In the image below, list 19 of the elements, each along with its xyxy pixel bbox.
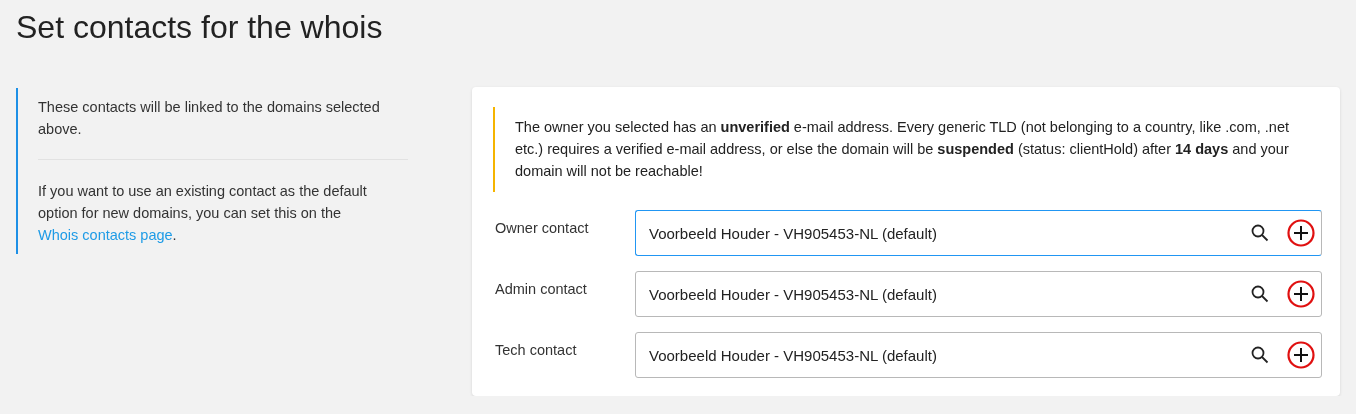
circled-plus-icon[interactable] (1287, 341, 1315, 369)
circled-plus-icon[interactable] (1287, 280, 1315, 308)
field-label: Admin contact (494, 280, 588, 297)
circled-plus-icon[interactable] (1287, 219, 1315, 247)
info-text: If you want to use an existing contact as the default option for new domains, you can set this on the Whois contacts page. (38, 182, 368, 245)
contact-field[interactable]: Voorbeeld Houder - VH905453-NL (default) (635, 332, 1322, 378)
contact-field[interactable]: Voorbeeld Houder - VH905453-NL (default) (635, 210, 1322, 256)
field-label: Owner contact (494, 219, 590, 236)
search-icon[interactable] (1251, 285, 1269, 303)
search-icon[interactable] (1251, 346, 1269, 364)
field-value: Voorbeeld Houder - VH905453-NL (default) (648, 224, 938, 242)
warning-text: The owner you selected has an unverified e-mail address. Every generic TLD (not belonging to a country, like .com, .net etc.) requires a verified e-mail address, or else the domain will be suspended (status: clientHold) after 14 days and your domain will not be reachable! (493, 107, 1322, 192)
field-label: Tech contact (494, 341, 578, 358)
field-value: Voorbeeld Houder - VH905453-NL (default) (648, 346, 938, 364)
info-text: These contacts will be linked to the domains selected above. (38, 98, 381, 139)
contact-field[interactable]: Voorbeeld Houder - VH905453-NL (default) (635, 271, 1322, 317)
search-icon[interactable] (1251, 224, 1269, 242)
field-value: Voorbeeld Houder - VH905453-NL (default) (648, 285, 938, 303)
page-title: Set contacts for the whois (16, 8, 384, 46)
